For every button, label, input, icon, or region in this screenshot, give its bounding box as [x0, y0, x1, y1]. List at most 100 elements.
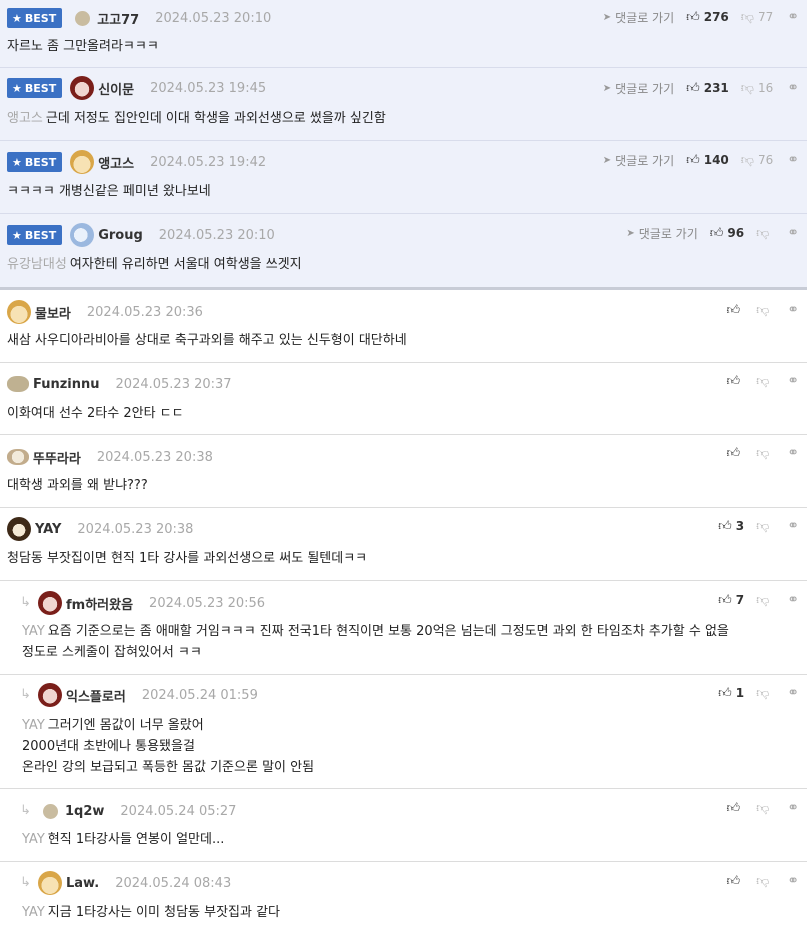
- face-avatar-icon[interactable]: [38, 591, 62, 615]
- dot-icon[interactable]: [43, 803, 58, 819]
- thumbs-down-icon: 👎︎: [756, 800, 770, 816]
- nickname[interactable]: 물보라: [35, 303, 71, 322]
- thumbs-down-icon: 👎︎: [740, 9, 754, 25]
- link-icon[interactable]: ⚭: [787, 592, 799, 608]
- goto-comment-button[interactable]: ➤ 댓글로 가기: [603, 152, 674, 169]
- mention[interactable]: 유강남대성: [7, 257, 67, 272]
- upvote-button[interactable]: 👍︎: [726, 801, 744, 816]
- comment-body: 새삼 사우디아라비아를 상대로 축구과외를 해주고 있는 신두형이 대단하네: [7, 333, 407, 348]
- potato-avatar-icon[interactable]: [7, 376, 29, 392]
- best-badge: ★ BEST: [7, 152, 63, 172]
- thumbs-up-icon: 👍︎: [726, 302, 741, 318]
- mention[interactable]: YAY: [22, 832, 45, 847]
- nickname[interactable]: Groug: [98, 228, 143, 243]
- upvote-button[interactable]: 👍︎ 140: [686, 153, 729, 168]
- mention[interactable]: YAY: [22, 624, 45, 639]
- goto-comment-button[interactable]: ➤ 댓글로 가기: [626, 225, 697, 242]
- downvote-button[interactable]: 👎︎: [756, 874, 773, 889]
- upvote-button[interactable]: 👍︎: [726, 874, 744, 889]
- best-badge: ★ BEST: [7, 225, 63, 245]
- nickname[interactable]: fm하러왔음: [66, 594, 133, 613]
- downvote-button[interactable]: 👎︎: [756, 303, 773, 318]
- downvote-button[interactable]: 👎︎ 77: [741, 10, 773, 25]
- face-avatar-icon[interactable]: [38, 683, 62, 707]
- link-icon[interactable]: ⚭: [787, 9, 799, 25]
- downvote-button[interactable]: 👎︎: [756, 226, 773, 241]
- upvote-button[interactable]: 👍︎ 3: [718, 519, 744, 534]
- dog-avatar-icon[interactable]: [38, 871, 62, 895]
- comment-best-1: ★ BEST 고고77 2024.05.23 20:10 ➤ 댓글로 가기 👍︎ 27…: [0, 0, 807, 68]
- goto-comment-button[interactable]: ➤ 댓글로 가기: [603, 80, 674, 97]
- upvote-button[interactable]: 👍︎ 276: [686, 10, 729, 25]
- bear-avatar-icon[interactable]: [7, 449, 29, 465]
- dog-avatar-icon[interactable]: [7, 300, 31, 324]
- downvote-button[interactable]: 👎︎ 76: [741, 153, 773, 168]
- thumbs-down-icon: 👎︎: [740, 80, 754, 96]
- goto-comment-button[interactable]: ➤ 댓글로 가기: [603, 9, 674, 26]
- upvote-button[interactable]: 👍︎: [726, 303, 744, 318]
- nickname[interactable]: YAY: [35, 522, 61, 537]
- reply-comment: ↳ fm하러왔음 2024.05.23 20:56 👍︎ 7 👎︎ ⚭ YAY 요즘…: [0, 581, 807, 675]
- nickname[interactable]: 신이문: [98, 79, 134, 98]
- downvote-button[interactable]: 👎︎: [756, 446, 773, 461]
- thumbs-up-icon: 👍︎: [686, 9, 700, 25]
- comment-body: 유강남대성 여자한테 유리하면 서울대 여학생을 쓰겟지: [7, 257, 302, 272]
- nickname[interactable]: 고고77: [97, 9, 139, 28]
- upvote-button[interactable]: 👍︎: [726, 374, 744, 389]
- upvote-button[interactable]: 👍︎ 1: [718, 686, 744, 701]
- downvote-button[interactable]: 👎︎: [756, 374, 773, 389]
- mention[interactable]: 앵고스: [7, 111, 43, 126]
- upvote-button[interactable]: 👍︎ 7: [718, 593, 744, 608]
- thumbs-down-icon: 👎︎: [756, 518, 770, 534]
- send-arrow-icon: ➤: [626, 227, 635, 239]
- downvote-button[interactable]: 👎︎: [756, 593, 773, 608]
- blue-avatar-icon[interactable]: [70, 223, 95, 247]
- upvote-button[interactable]: 👍︎: [726, 446, 744, 461]
- comment-date: 2024.05.23 20:56: [149, 595, 266, 611]
- downvote-button[interactable]: 👎︎: [756, 686, 773, 701]
- best-badge: ★ BEST: [7, 8, 63, 28]
- nickname[interactable]: 익스플로러: [66, 686, 126, 705]
- link-icon[interactable]: ⚭: [787, 302, 799, 318]
- lion-avatar-icon[interactable]: [7, 517, 31, 541]
- link-icon[interactable]: ⚭: [787, 800, 799, 816]
- link-icon[interactable]: ⚭: [787, 80, 799, 96]
- link-icon[interactable]: ⚭: [787, 518, 799, 534]
- thumbs-up-icon: 👍︎: [718, 685, 732, 701]
- comment-best-4: ★ BEST Groug 2024.05.23 20:10 ➤ 댓글로 가기 👍︎ 9…: [0, 214, 807, 290]
- link-icon[interactable]: ⚭: [787, 152, 799, 168]
- reply-arrow-icon: ↳: [20, 875, 31, 890]
- nickname[interactable]: Law.: [66, 876, 99, 891]
- nickname[interactable]: 뚜뚜라라: [33, 448, 81, 467]
- comment-best-3: ★ BEST 앵고스 2024.05.23 19:42 ➤ 댓글로 가기 👍︎ 140…: [0, 141, 807, 214]
- link-icon[interactable]: ⚭: [787, 225, 799, 241]
- nickname[interactable]: 앵고스: [98, 153, 134, 172]
- thumbs-down-icon: 👎︎: [740, 152, 754, 168]
- link-icon[interactable]: ⚭: [787, 873, 799, 889]
- comment: Funzinnu 2024.05.23 20:37 👍︎ 👎︎ ⚭ 이화여대 선…: [0, 363, 807, 435]
- downvote-button[interactable]: 👎︎ 16: [741, 81, 773, 96]
- thumbs-up-icon: 👍︎: [686, 80, 700, 96]
- comment-date: 2024.05.23 20:10: [155, 10, 272, 26]
- comment-date: 2024.05.23 20:36: [86, 304, 203, 320]
- downvote-button[interactable]: 👎︎: [756, 801, 773, 816]
- send-arrow-icon: ➤: [602, 154, 612, 166]
- mention[interactable]: YAY: [22, 718, 45, 733]
- link-icon[interactable]: ⚭: [787, 685, 799, 701]
- thumbs-up-icon: 👍︎: [726, 373, 741, 389]
- reply-arrow-icon: ↳: [20, 687, 31, 702]
- link-icon[interactable]: ⚭: [787, 445, 799, 461]
- mention[interactable]: YAY: [22, 905, 45, 920]
- downvote-button[interactable]: 👎︎: [756, 519, 773, 534]
- star-icon: ★: [12, 155, 22, 169]
- nickname[interactable]: 1q2w: [65, 804, 104, 819]
- face-avatar-icon[interactable]: [70, 76, 95, 100]
- link-icon[interactable]: ⚭: [787, 373, 799, 389]
- comment: 물보라 2024.05.23 20:36 👍︎ 👎︎ ⚭ 새삼 사우디아라비아를…: [0, 290, 807, 363]
- dog-avatar-icon[interactable]: [70, 150, 95, 174]
- upvote-button[interactable]: 👍︎ 96: [710, 226, 744, 241]
- dot-icon[interactable]: [75, 10, 91, 26]
- nickname[interactable]: Funzinnu: [33, 377, 100, 392]
- thumbs-down-icon: 👎︎: [756, 445, 770, 461]
- upvote-button[interactable]: 👍︎ 231: [686, 81, 729, 96]
